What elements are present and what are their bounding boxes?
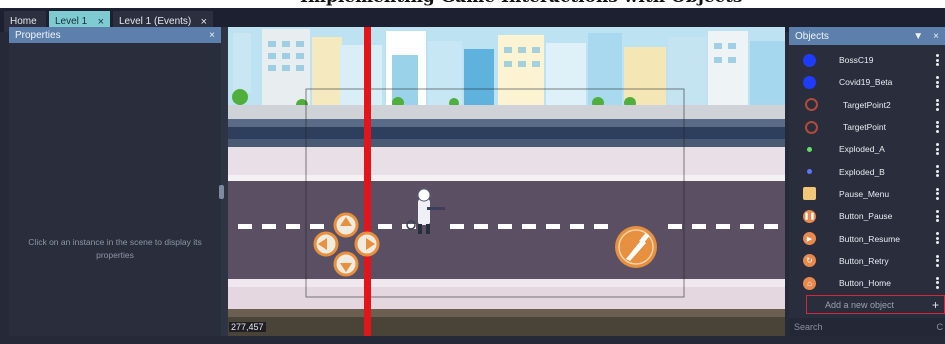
properties-header: Properties × [9,27,221,43]
more-options-icon[interactable] [936,210,939,223]
resize-handle[interactable] [219,185,224,199]
close-icon[interactable]: × [201,16,207,28]
properties-panel: Properties × Click on an instance in the… [9,27,221,336]
retry-icon: ↻ [803,254,816,268]
blue-dot-icon [807,169,812,175]
plus-icon: + [931,297,939,312]
object-item[interactable]: TargetPoint2 [789,94,945,116]
close-icon[interactable]: × [209,30,215,41]
add-new-object-button[interactable]: Add a new object + [806,295,945,314]
object-item[interactable]: ❚❚ Button_Pause [789,205,945,227]
object-name: Button_Retry [839,255,889,266]
add-object-label: Add a new object [825,299,895,310]
close-icon[interactable]: × [933,31,939,42]
green-dot-icon [807,146,812,152]
object-item[interactable]: Pause_Menu [789,183,945,205]
object-item[interactable]: TargetPoint [789,116,945,138]
virus-icon [803,53,816,67]
object-name: Covid19_Beta [839,77,893,88]
object-item[interactable]: ⌂ Button_Home [789,272,945,294]
more-options-icon[interactable] [936,120,939,133]
home-icon: ⌂ [803,276,816,290]
object-list: BossC19 Covid19_Beta TargetPoint2 Target… [789,49,945,294]
scene-canvas[interactable] [228,27,785,336]
object-name: Pause_Menu [839,188,890,199]
object-item[interactable]: ↻ Button_Retry [789,250,945,272]
pause-icon: ❚❚ [803,209,816,223]
document-caption-fragment: Implementing Game Interactions with Obje… [0,0,945,8]
search-objects-input[interactable]: Search C [789,318,945,336]
tab-label: Level 1 [55,16,88,27]
more-options-icon[interactable] [936,276,939,289]
object-name: Exploded_B [839,166,885,177]
object-item[interactable]: Covid19_Beta [789,71,945,93]
object-name: BossC19 [839,55,874,66]
search-icon: C [936,322,944,332]
close-icon[interactable]: × [98,16,104,28]
object-name: Button_Home [839,278,891,289]
object-item[interactable]: Exploded_B [789,160,945,182]
objects-panel: Objects ▼ × BossC19 Covid19_Beta TargetP… [789,27,945,336]
panel-title: Properties [15,29,61,41]
more-options-icon[interactable] [936,143,939,156]
object-name: Button_Resume [839,233,900,244]
more-options-icon[interactable] [936,254,939,267]
cursor-coordinates: 277,457 [229,322,266,332]
search-placeholder: Search [794,322,823,332]
object-name: Exploded_A [839,144,885,155]
tab-label: Level 1 (Events) [119,16,192,27]
object-item[interactable]: ▶ Button_Resume [789,227,945,249]
tab-label: Home [10,16,37,27]
more-options-icon[interactable] [936,232,939,245]
object-name: Button_Pause [839,211,893,222]
more-options-icon[interactable] [936,165,939,178]
object-item[interactable]: Exploded_A [789,138,945,160]
more-options-icon[interactable] [936,76,939,89]
objects-header: Objects ▼ × [789,27,945,45]
menu-panel-icon [803,187,816,201]
object-name: TargetPoint [843,122,886,133]
panel-title: Objects [795,30,829,42]
virus-icon [803,75,816,89]
panel-splitter[interactable] [221,27,228,336]
more-options-icon[interactable] [936,98,939,111]
play-icon: ▶ [803,232,816,246]
target-icon [805,120,818,134]
more-options-icon[interactable] [936,54,939,66]
object-item[interactable]: BossC19 [789,49,945,71]
properties-hint: Click on an instance in the scene to dis… [28,237,202,260]
scene-artwork [228,27,785,336]
more-options-icon[interactable] [936,187,939,200]
filter-icon[interactable]: ▼ [913,31,923,42]
object-name: TargetPoint2 [843,99,891,110]
target-icon [805,98,818,112]
